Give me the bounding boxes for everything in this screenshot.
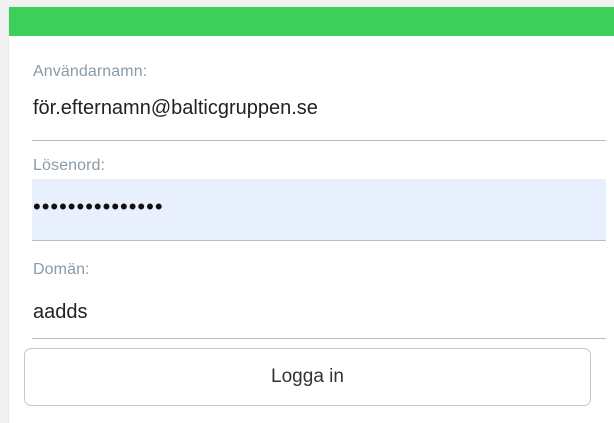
username-input[interactable] (32, 91, 606, 125)
domain-input[interactable] (32, 295, 606, 329)
username-label: Användarnamn: (33, 63, 148, 80)
login-button[interactable]: Logga in (24, 348, 591, 406)
domain-label: Domän: (33, 261, 90, 278)
username-field: Användarnamn: (32, 55, 606, 141)
domain-field: Domän: (32, 249, 606, 339)
password-input[interactable] (32, 189, 606, 225)
password-label: Lösenord: (33, 157, 106, 174)
password-field: Lösenord: (32, 149, 606, 241)
accent-bar (9, 7, 614, 36)
